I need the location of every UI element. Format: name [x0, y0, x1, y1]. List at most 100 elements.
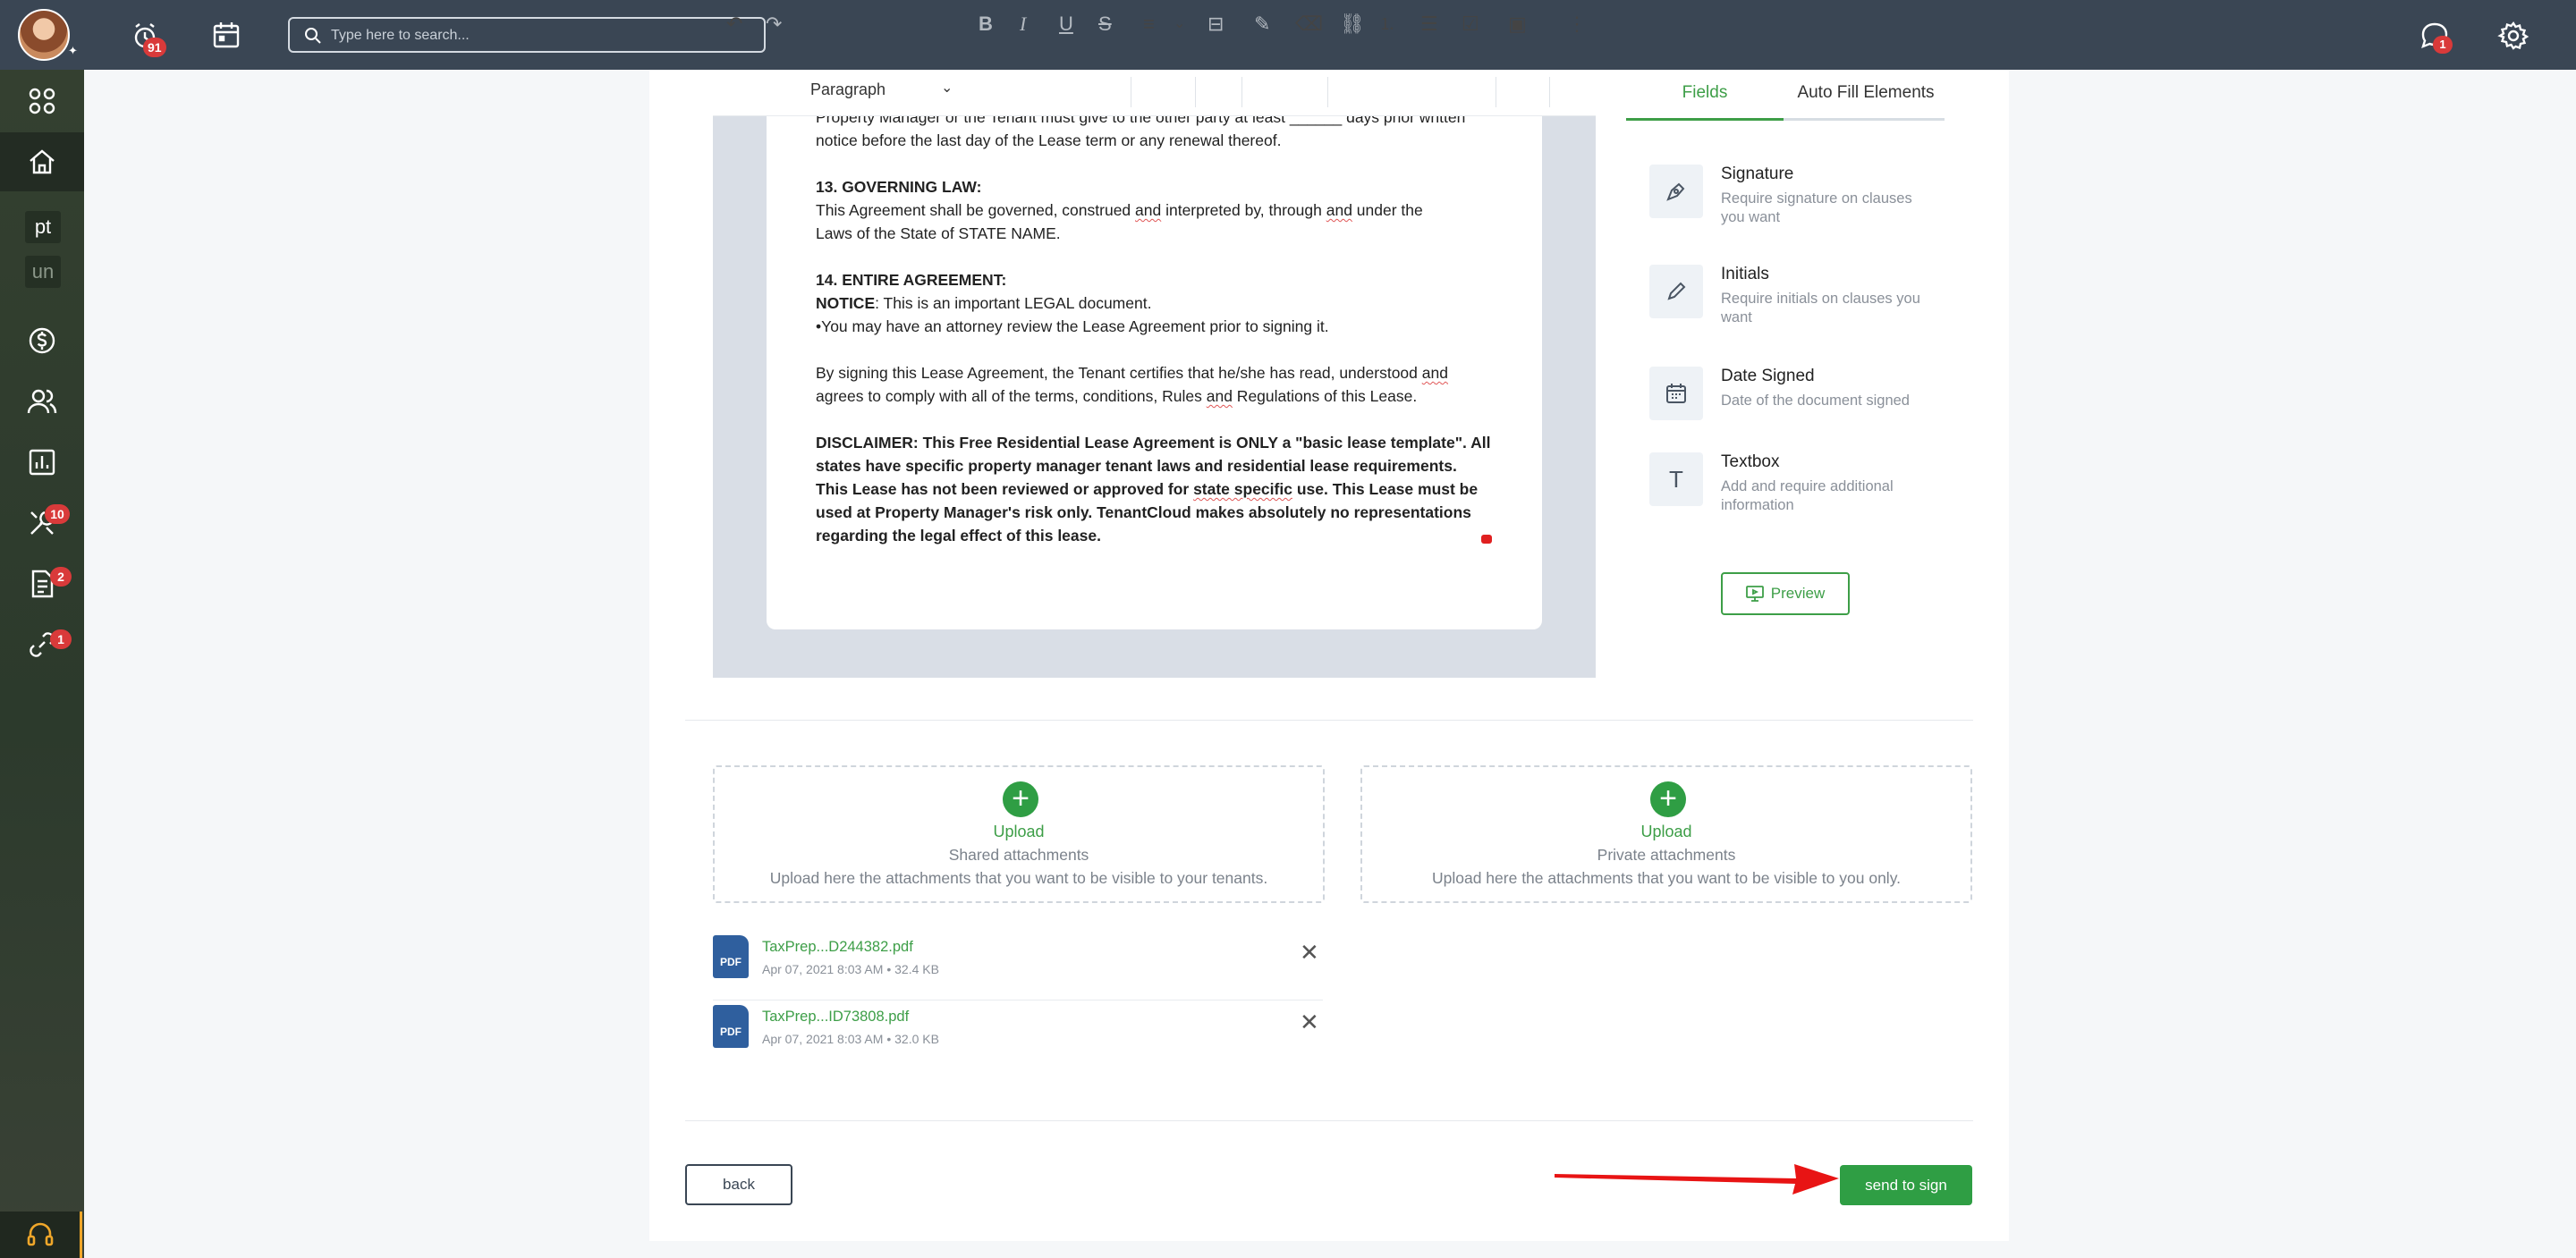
apps-grid-icon: [29, 88, 55, 114]
bold-icon[interactable]: B: [979, 13, 993, 36]
field-desc: Add and require additional information: [1721, 478, 1894, 513]
sidebar-item-applications[interactable]: [0, 554, 84, 613]
plus-circle-icon: +: [1650, 781, 1686, 817]
preview-label: Preview: [1770, 585, 1826, 602]
doc-line: notice before the last day of the Lease …: [816, 131, 1282, 149]
sidebar-item-reports[interactable]: [0, 433, 84, 492]
tab-fields[interactable]: Fields: [1626, 75, 1784, 111]
search-input[interactable]: [331, 24, 751, 47]
doc-line: By signing this Lease Agreement, the Ten…: [816, 364, 1448, 382]
disclaimer-line: This Lease has not been reviewed or appr…: [816, 480, 1479, 498]
redo-icon[interactable]: ↷: [766, 13, 782, 36]
eraser-icon[interactable]: ⌫: [1295, 13, 1323, 36]
send-to-sign-button[interactable]: send to sign: [1840, 1165, 1972, 1205]
field-initials[interactable]: Initials Require initials on clauses you…: [1649, 265, 1953, 325]
field-desc: Require signature on clauses you want: [1721, 190, 1912, 225]
field-title: Date Signed: [1721, 367, 1815, 385]
disclaimer-line: states have specific property manager te…: [816, 457, 1457, 475]
dollar-icon: [29, 327, 55, 354]
tab-active-indicator: [1626, 118, 1784, 121]
bullet-list-icon[interactable]: ☰: [1420, 13, 1438, 36]
doc-line: This Agreement shall be governed, constr…: [816, 201, 1423, 219]
upload-title: Upload: [1640, 823, 1692, 840]
undo-icon[interactable]: ↶: [726, 13, 742, 36]
toolbar-divider: [1241, 77, 1242, 107]
doc-line: agrees to comply with all of the terms, …: [816, 387, 1418, 405]
text-t-icon: T: [1649, 452, 1703, 506]
home-icon: [30, 149, 55, 174]
field-desc: Require initials on clauses you want: [1721, 291, 1920, 325]
more-options-icon[interactable]: ⋮: [1567, 13, 1587, 36]
top-bar: ✦ 91 1: [0, 0, 2576, 70]
upload-title: Upload: [993, 823, 1045, 840]
section-divider: [685, 1120, 1973, 1121]
sidebar-tag-un[interactable]: un: [25, 256, 61, 288]
sidebar-item-dashboard[interactable]: [0, 72, 84, 131]
preview-button[interactable]: Preview: [1721, 572, 1850, 615]
italic-icon[interactable]: I: [1020, 13, 1026, 36]
red-arrow-annotation: [1555, 1164, 1839, 1195]
back-button[interactable]: back: [685, 1164, 792, 1205]
upload-desc: Upload here the attachments that you wan…: [769, 869, 1268, 887]
doc-line: •You may have an attorney review the Lea…: [816, 317, 1329, 335]
remove-attachment-icon[interactable]: ✕: [1300, 1010, 1319, 1034]
ordered-list-icon[interactable]: ⒈: [1379, 13, 1395, 36]
toolbar-divider: [1549, 77, 1550, 107]
toolbar-divider: [1327, 77, 1328, 107]
attachment-meta: Apr 07, 2021 8:03 AM • 32.4 KB: [762, 962, 939, 976]
section-13-heading: 13. GOVERNING LAW:: [816, 178, 982, 196]
sidebar-tag-pt[interactable]: pt: [25, 211, 61, 243]
strikethrough-icon[interactable]: S: [1098, 13, 1112, 36]
chart-icon: [29, 449, 55, 476]
field-date-signed[interactable]: Date Signed Date of the document signed: [1649, 367, 1953, 424]
sidebar-item-links[interactable]: [0, 615, 84, 674]
disclaimer-line: regarding the legal effect of this lease…: [816, 527, 1101, 545]
sidebar-item-maintenance[interactable]: [0, 494, 84, 553]
pen-nib-icon: [1649, 165, 1703, 218]
attachment-name[interactable]: TaxPrep...D244382.pdf: [762, 939, 913, 956]
upload-private-attachments[interactable]: + Upload Private attachments Upload here…: [1360, 765, 1972, 903]
notice-line: NOTICE: This is an important LEGAL docum…: [816, 294, 1152, 312]
search-icon: [305, 28, 321, 44]
search-box[interactable]: [288, 17, 766, 53]
pdf-file-icon: PDF: [713, 935, 749, 978]
upload-kind: Shared attachments: [948, 846, 1089, 864]
page-break-icon[interactable]: ⊟: [1208, 13, 1224, 36]
users-icon: [27, 389, 57, 414]
sidebar-item-payments[interactable]: [0, 311, 84, 370]
section-14-heading: 14. ENTIRE AGREEMENT:: [816, 271, 1007, 289]
paragraph-style-select[interactable]: Paragraph ⌄: [810, 80, 953, 99]
link-icon[interactable]: ⛓: [1340, 13, 1365, 36]
underline-icon[interactable]: U: [1059, 13, 1073, 36]
doc-line: Laws of the State of STATE NAME.: [816, 224, 1061, 242]
headset-icon: [27, 1222, 53, 1246]
disclaimer-line: used at Property Manager's risk only. Te…: [816, 503, 1471, 521]
user-avatar[interactable]: [18, 9, 70, 61]
align-icon[interactable]: ≡: [1143, 13, 1155, 36]
notifications-badge: 91: [143, 38, 166, 57]
monitor-icon: [1745, 586, 1764, 602]
field-title: Initials: [1721, 265, 1769, 283]
chevron-down-icon[interactable]: ⌄: [1174, 13, 1185, 36]
sidebar-item-people[interactable]: [0, 372, 84, 431]
checklist-icon[interactable]: ☑: [1462, 13, 1479, 36]
tab-auto-fill-elements[interactable]: Auto Fill Elements: [1785, 75, 1946, 111]
cursor-marker: [1481, 535, 1492, 544]
attachment-item: PDF TaxPrep...ID73808.pdf Apr 07, 2021 8…: [713, 1005, 1323, 1073]
calendar-icon[interactable]: [211, 20, 243, 52]
upload-desc: Upload here the attachments that you wan…: [1431, 869, 1902, 887]
upload-shared-attachments[interactable]: + Upload Shared attachments Upload here …: [713, 765, 1325, 903]
highlight-icon[interactable]: ✎: [1254, 13, 1270, 36]
disclaimer-line: DISCLAIMER: This Free Residential Lease …: [816, 434, 1491, 452]
image-icon[interactable]: ▣: [1508, 13, 1527, 36]
support-button[interactable]: [0, 1212, 82, 1258]
gear-icon[interactable]: [2497, 20, 2529, 52]
sidebar-item-home[interactable]: [0, 132, 84, 191]
field-title: Textbox: [1721, 452, 1780, 471]
section-divider: [685, 720, 1973, 721]
field-signature[interactable]: Signature Require signature on clauses y…: [1649, 165, 1953, 225]
applications-badge: 2: [50, 567, 72, 587]
field-textbox[interactable]: T Textbox Add and require additional inf…: [1649, 452, 1953, 513]
attachment-name[interactable]: TaxPrep...ID73808.pdf: [762, 1009, 909, 1026]
remove-attachment-icon[interactable]: ✕: [1300, 941, 1319, 964]
